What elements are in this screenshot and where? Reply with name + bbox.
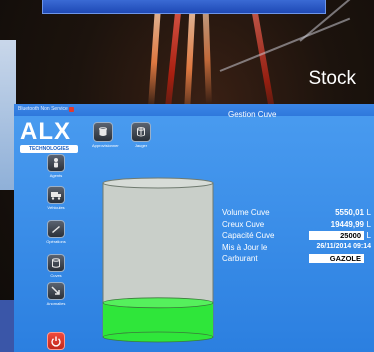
sidebar-item-cuves[interactable]: Cuves <box>42 254 70 278</box>
close-icon[interactable] <box>69 107 74 112</box>
maj-row: Mis à Jour le 26/11/2014 09:14 <box>222 243 374 255</box>
tank-graphic <box>102 177 214 343</box>
carburant-row: Carburant GAZOLE <box>222 254 374 266</box>
top-window-bar <box>42 0 326 14</box>
creux-unit: L <box>366 219 371 229</box>
truck-icon <box>47 186 65 204</box>
wire <box>219 17 351 72</box>
jauger-button[interactable]: Jauger <box>130 122 152 148</box>
title-bar: Bluetooth Non Service <box>14 104 374 116</box>
tank-gauge <box>102 177 214 347</box>
company-logo: ALX TECHNOLOGIES <box>20 120 78 153</box>
refill-tank-icon <box>93 122 113 142</box>
creux-value: 19449,99 <box>330 219 364 229</box>
capacite-unit: L <box>366 231 371 240</box>
carburant-label: Carburant <box>222 254 258 263</box>
volume-label: Volume Cuve <box>222 208 270 217</box>
power-button[interactable] <box>42 332 70 350</box>
light-streak <box>183 0 197 121</box>
stock-label: Stock <box>308 68 356 89</box>
side-window-edge <box>0 300 14 352</box>
sidebar-item-label: Anomalies <box>46 301 66 306</box>
logo-brand: ALX <box>20 118 71 145</box>
maj-label: Mis à Jour le <box>222 242 268 252</box>
maj-value: 26/11/2014 09:14 <box>316 242 372 250</box>
creux-label: Creux Cuve <box>222 219 265 229</box>
status-text: Bluetooth Non Service <box>18 106 68 112</box>
tool-label: Approvisionner <box>92 143 119 148</box>
sidebar-item-label: Véhicules <box>47 205 65 210</box>
capacite-row: Capacité Cuve 25000 L <box>222 231 374 243</box>
tank-top <box>102 177 214 189</box>
window-title: Gestion Cuve <box>228 110 277 119</box>
app-window: Bluetooth Non Service Gestion Cuve ALX T… <box>14 104 374 352</box>
sidebar-item-label: Agents <box>49 173 63 178</box>
tank-bottom <box>102 331 214 343</box>
carburant-field[interactable]: GAZOLE <box>309 254 364 263</box>
tank-icon <box>47 254 65 272</box>
tank-info-panel: Volume Cuve 5550,01 L Creux Cuve 19449,9… <box>222 208 374 266</box>
tool-label: Jauger <box>134 143 148 148</box>
sidebar-item-agents[interactable]: Agents <box>42 154 70 178</box>
approvisionner-button[interactable]: Approvisionner <box>92 122 119 148</box>
sidebar-item-operations[interactable]: Opérations <box>42 220 70 244</box>
sidebar: ALX TECHNOLOGIES Agents Véhicules Opérat… <box>14 116 94 352</box>
volume-value: 5550,01 <box>335 208 364 217</box>
volume-row: Volume Cuve 5550,01 L <box>222 208 374 220</box>
light-streak <box>202 0 212 105</box>
fuel-pump-icon <box>47 220 65 238</box>
light-streak <box>147 0 163 111</box>
creux-row: Creux Cuve 19449,99 L <box>222 220 374 232</box>
sidebar-item-vehicules[interactable]: Véhicules <box>42 186 70 210</box>
sidebar-item-anomalies[interactable]: Anomalies <box>42 282 70 306</box>
gauge-tank-icon <box>131 122 151 142</box>
volume-unit: L <box>366 208 371 217</box>
tank-level-surface <box>102 297 214 309</box>
capacite-label: Capacité Cuve <box>222 231 275 240</box>
agent-icon <box>47 154 65 172</box>
report-icon <box>47 282 65 300</box>
capacite-field[interactable]: 25000 <box>309 231 364 240</box>
power-icon <box>47 332 65 350</box>
sidebar-item-label: Opérations <box>46 239 66 244</box>
sidebar-item-label: Cuves <box>50 273 62 278</box>
logo-subtitle: TECHNOLOGIES <box>20 145 78 153</box>
